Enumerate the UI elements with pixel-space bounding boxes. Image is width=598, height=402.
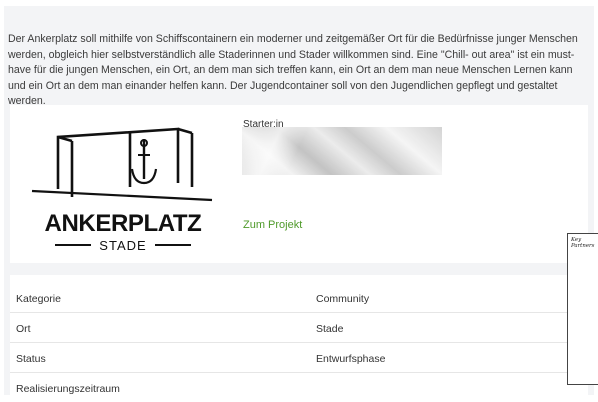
detail-value: Community bbox=[316, 293, 370, 305]
key-partners-panel: Key Partners bbox=[567, 233, 598, 385]
table-row: Ort Stade bbox=[10, 312, 588, 343]
details-table: Kategorie Community Ort Stade Status Ent… bbox=[10, 275, 588, 395]
table-row: Kategorie Community bbox=[10, 282, 588, 313]
table-row: Realisierungszeitraum bbox=[10, 372, 588, 402]
detail-value: Stade bbox=[316, 323, 344, 335]
project-header: ANKERPLATZ STADE Starter:in Zum Projekt bbox=[10, 105, 588, 263]
detail-key: Kategorie bbox=[16, 293, 61, 305]
ankerplatz-logo: ANKERPLATZ STADE bbox=[28, 117, 218, 257]
table-row: Status Entwurfsphase bbox=[10, 342, 588, 373]
logo-title: ANKERPLATZ bbox=[44, 210, 202, 237]
logo-rule-right bbox=[154, 244, 191, 246]
detail-key: Ort bbox=[16, 323, 31, 335]
logo-subtitle-row: STADE bbox=[28, 237, 218, 253]
detail-value: Entwurfsphase bbox=[316, 353, 386, 365]
detail-key: Status bbox=[16, 353, 46, 365]
project-description: Der Ankerplatz soll mithilfe von Schiffs… bbox=[8, 33, 578, 107]
logo-rule-left bbox=[55, 244, 92, 246]
logo-subtitle: STADE bbox=[99, 237, 147, 253]
container-anchor-icon bbox=[31, 127, 213, 202]
key-partners-label: Key Partners bbox=[571, 237, 595, 249]
project-link[interactable]: Zum Projekt bbox=[243, 219, 302, 231]
detail-key: Realisierungszeitraum bbox=[16, 383, 120, 395]
starter-image bbox=[242, 127, 442, 175]
